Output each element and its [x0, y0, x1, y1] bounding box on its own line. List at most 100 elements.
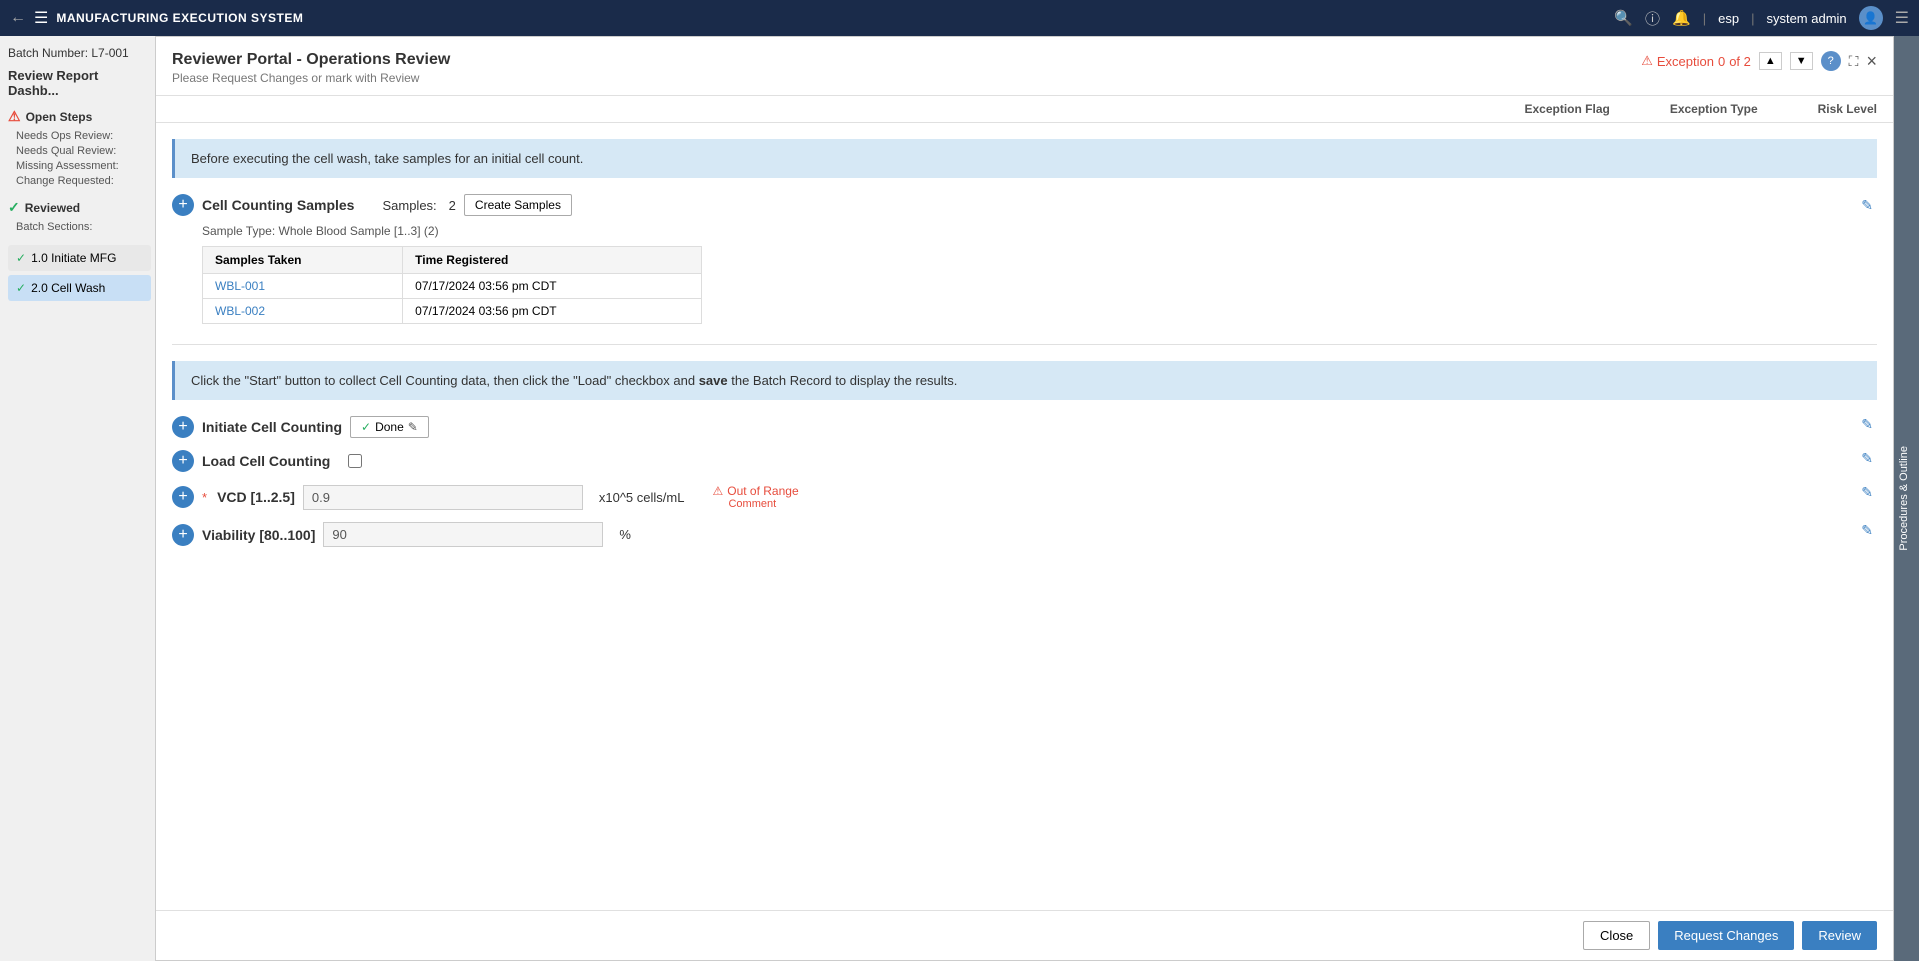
samples-label: Samples: [382, 198, 436, 213]
exception-label: Exception [1657, 54, 1714, 69]
exception-current: 0 [1718, 54, 1725, 69]
app-logo: ☰ [34, 8, 48, 28]
viability-row: + Viability [80..100] % ✎ [172, 522, 1877, 547]
batch-step-cell-wash[interactable]: ✓ 2.0 Cell Wash [8, 275, 151, 301]
user-code: esp [1718, 11, 1739, 26]
cell-counting-plus-btn[interactable]: + [172, 194, 194, 216]
step-label-2: 2.0 Cell Wash [31, 281, 105, 295]
info-banner-2: Click the "Start" button to collect Cell… [172, 361, 1877, 400]
viability-unit: % [619, 527, 631, 542]
exception-of: of 2 [1729, 54, 1751, 69]
col-risk-level: Risk Level [1818, 102, 1877, 116]
vcd-label: VCD [1..2.5] [217, 489, 295, 505]
step-label: 1.0 Initiate MFG [31, 251, 116, 265]
user-avatar[interactable]: 👤 [1859, 6, 1883, 30]
edit-viability-btn[interactable]: ✎ [1857, 522, 1877, 539]
load-cell-counting-row: + Load Cell Counting ✎ [172, 450, 1877, 472]
sample-link-1[interactable]: WBL-001 [215, 279, 265, 293]
viability-plus-btn[interactable]: + [172, 524, 194, 546]
col-exception-type: Exception Type [1670, 102, 1758, 116]
needs-qual-review: Needs Qual Review: [16, 145, 151, 157]
done-badge: ✓ Done ✎ [350, 416, 429, 438]
modal-dialog: Reviewer Portal - Operations Review Plea… [155, 36, 1894, 961]
load-cell-counting-checkbox[interactable] [348, 454, 362, 468]
exception-next-btn[interactable]: ▼ [1790, 52, 1813, 70]
load-plus-btn[interactable]: + [172, 450, 194, 472]
col-time-registered: Time Registered [403, 247, 702, 274]
info-banner-2-text: Click the "Start" button to collect Cell… [191, 373, 957, 388]
missing-assessment: Missing Assessment: [16, 160, 151, 172]
samples-count: 2 [449, 198, 456, 213]
info-banner-1-text: Before executing the cell wash, take sam… [191, 151, 583, 166]
dashboard-title: Review Report Dashb... [8, 68, 151, 98]
sample-time-2: 07/17/2024 03:56 pm CDT [403, 299, 702, 324]
viability-input[interactable] [323, 522, 603, 547]
search-icon[interactable]: 🔍 [1614, 9, 1633, 27]
open-steps-section: ⚠ Open Steps Needs Ops Review: Needs Qua… [8, 108, 151, 187]
warning-triangle-icon: ⚠ [712, 484, 723, 498]
col-exception-flag: Exception Flag [1524, 102, 1609, 116]
reviewed-icon: ✓ [8, 199, 20, 216]
vcd-unit: x10^5 cells/mL [599, 490, 685, 505]
close-button[interactable]: Close [1583, 921, 1650, 950]
exception-indicator: ⚠ Exception 0 of 2 [1641, 53, 1751, 69]
done-edit-icon[interactable]: ✎ [408, 420, 418, 434]
info-banner-1: Before executing the cell wash, take sam… [172, 139, 1877, 178]
table-row: WBL-002 07/17/2024 03:56 pm CDT [203, 299, 702, 324]
edit-samples-icon-btn[interactable]: ✎ [1857, 197, 1877, 214]
section-divider-1 [172, 344, 1877, 345]
edit-load-btn[interactable]: ✎ [1857, 450, 1877, 467]
back-icon[interactable]: ← [10, 9, 26, 27]
batch-sections: Batch Sections: [16, 221, 151, 233]
out-of-range-indicator: ⚠ Out of Range [712, 484, 798, 498]
batch-step-initiate-mfg[interactable]: ✓ 1.0 Initiate MFG [8, 245, 151, 271]
step-check-icon-2: ✓ [16, 281, 26, 295]
sample-type-text: Sample Type: Whole Blood Sample [1..3] (… [202, 224, 1877, 238]
review-button[interactable]: Review [1802, 921, 1877, 950]
vcd-row: + * VCD [1..2.5] x10^5 cells/mL ⚠ Out of… [172, 484, 1877, 510]
modal-footer: Close Request Changes Review [156, 910, 1893, 960]
exception-prev-btn[interactable]: ▲ [1759, 52, 1782, 70]
sample-link-2[interactable]: WBL-002 [215, 304, 265, 318]
menu-icon[interactable]: ☰ [1895, 8, 1909, 28]
cell-counting-samples-section: + Cell Counting Samples Samples: 2 Creat… [172, 194, 1877, 324]
vcd-input[interactable] [303, 485, 583, 510]
modal-header: Reviewer Portal - Operations Review Plea… [156, 37, 1893, 96]
sample-time-1: 07/17/2024 03:56 pm CDT [403, 274, 702, 299]
edit-initiate-btn[interactable]: ✎ [1857, 416, 1877, 433]
user-name: system admin [1766, 11, 1846, 26]
brand-name: MANUFACTURING EXECUTION SYSTEM [56, 11, 303, 25]
viability-label: Viability [80..100] [202, 527, 315, 543]
vcd-plus-btn[interactable]: + [172, 486, 194, 508]
load-cell-counting-label: Load Cell Counting [202, 453, 330, 469]
warning-icon: ⚠ [1641, 53, 1653, 69]
open-steps-icon: ⚠ [8, 108, 21, 125]
modal-help-btn[interactable]: ? [1821, 51, 1841, 71]
edit-vcd-btn[interactable]: ✎ [1857, 484, 1877, 501]
nav-right: 🔍 ⓘ 🔔 | esp | system admin 👤 ☰ [1614, 6, 1909, 30]
change-requested: Change Requested: [16, 175, 151, 187]
required-star: * [202, 490, 207, 505]
done-check-icon: ✓ [361, 420, 371, 434]
request-changes-button[interactable]: Request Changes [1658, 921, 1794, 950]
modal-title: Reviewer Portal - Operations Review [172, 51, 450, 69]
modal-expand-btn[interactable]: ⛶ [1849, 53, 1859, 70]
initiate-cell-counting-label: Initiate Cell Counting [202, 419, 342, 435]
cell-counting-title: Cell Counting Samples [202, 197, 354, 213]
modal-subtitle: Please Request Changes or mark with Revi… [172, 71, 450, 85]
modal-close-btn[interactable]: × [1866, 52, 1877, 70]
open-steps-title: Open Steps [26, 110, 93, 124]
table-row: WBL-001 07/17/2024 03:56 pm CDT [203, 274, 702, 299]
step-check-icon: ✓ [16, 251, 26, 265]
left-sidebar: Batch Number: L7-001 Review Report Dashb… [0, 36, 160, 961]
right-sidebar-label: Procedures & Outline [1898, 446, 1910, 551]
nav-left: ← ☰ MANUFACTURING EXECUTION SYSTEM [10, 8, 303, 28]
col-samples-taken: Samples Taken [203, 247, 403, 274]
create-samples-button[interactable]: Create Samples [464, 194, 572, 216]
top-nav: ← ☰ MANUFACTURING EXECUTION SYSTEM 🔍 ⓘ 🔔… [0, 0, 1919, 36]
help-icon[interactable]: ⓘ [1645, 8, 1660, 29]
modal-body: Before executing the cell wash, take sam… [156, 123, 1893, 910]
notification-icon[interactable]: 🔔 [1672, 9, 1691, 27]
initiate-plus-btn[interactable]: + [172, 416, 194, 438]
out-of-range-text: Out of Range [727, 484, 798, 498]
